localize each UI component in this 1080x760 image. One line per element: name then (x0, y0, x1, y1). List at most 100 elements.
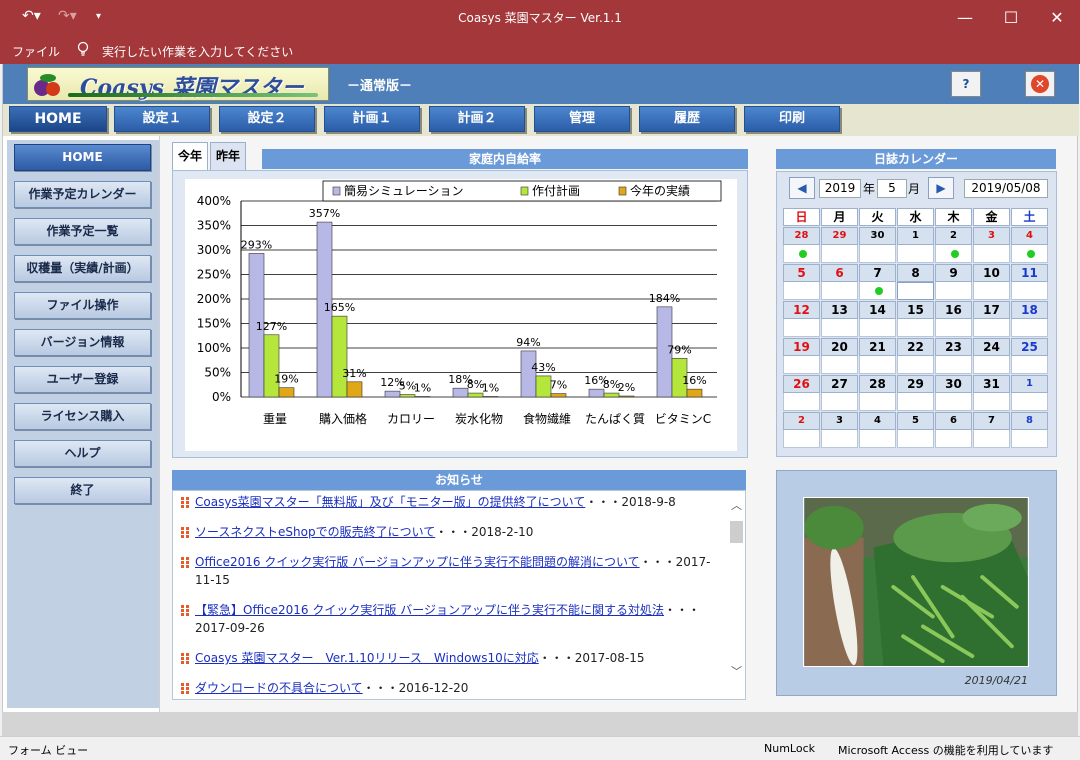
calendar-note-cell[interactable] (973, 393, 1010, 411)
calendar-day[interactable]: 31 (973, 375, 1010, 393)
calendar-note-cell[interactable] (783, 356, 820, 374)
scroll-thumb[interactable] (730, 521, 743, 543)
calendar-day[interactable]: 9 (935, 264, 972, 282)
sidebar-item-work-calendar[interactable]: 作業予定カレンダー (14, 181, 151, 208)
selected-date-field[interactable]: 2019/05/08 (964, 179, 1048, 198)
calendar-note-cell[interactable] (821, 430, 858, 448)
calendar-note-cell[interactable] (859, 356, 896, 374)
calendar-day[interactable]: 26 (783, 375, 820, 393)
window-close-button[interactable]: ✕ (1034, 0, 1080, 34)
calendar-day[interactable]: 27 (821, 375, 858, 393)
news-link[interactable]: Office2016 クイック実行版 バージョンアップに伴う実行不能問題の解消に… (195, 555, 640, 569)
calendar-note-cell[interactable] (1011, 282, 1048, 300)
calendar-note-cell[interactable] (1011, 430, 1048, 448)
file-menu[interactable]: ファイル (12, 43, 60, 60)
calendar-day[interactable]: 11 (1011, 264, 1048, 282)
calendar-day[interactable]: 29 (821, 227, 858, 245)
news-link[interactable]: 【緊急】Office2016 クイック実行版 バージョンアップに伴う実行不能に関… (195, 603, 664, 617)
news-link[interactable]: ダウンロードの不具合について (195, 681, 363, 695)
calendar-day[interactable]: 21 (859, 338, 896, 356)
calendar-note-cell[interactable] (973, 245, 1010, 263)
sidebar-item-license[interactable]: ライセンス購入 (14, 403, 151, 430)
sidebar-item-user-register[interactable]: ユーザー登録 (14, 366, 151, 393)
calendar-day[interactable]: 30 (935, 375, 972, 393)
calendar-day[interactable]: 1 (1011, 375, 1048, 393)
calendar-day[interactable]: 12 (783, 301, 820, 319)
sidebar-item-home[interactable]: HOME (14, 144, 151, 171)
calendar-note-cell[interactable] (973, 356, 1010, 374)
calendar-note-cell[interactable] (821, 245, 858, 263)
sidebar-item-exit[interactable]: 終了 (14, 477, 151, 504)
calendar-note-cell[interactable] (935, 430, 972, 448)
calendar-note-cell[interactable] (935, 393, 972, 411)
calendar-note-cell[interactable] (935, 282, 972, 300)
calendar-day[interactable]: 14 (859, 301, 896, 319)
sidebar-item-harvest[interactable]: 収穫量（実績/計画） (14, 255, 151, 282)
year-field[interactable]: 2019 (819, 179, 861, 198)
calendar-day[interactable]: 10 (973, 264, 1010, 282)
calendar-note-cell[interactable] (897, 430, 934, 448)
calendar-day[interactable]: 7 (973, 412, 1010, 430)
calendar-note-cell[interactable] (1011, 356, 1048, 374)
sidebar-item-work-list[interactable]: 作業予定一覧 (14, 218, 151, 245)
calendar-day[interactable]: 3 (821, 412, 858, 430)
calendar-note-cell[interactable] (1011, 393, 1048, 411)
calendar-note-cell[interactable] (821, 319, 858, 337)
calendar-note-cell[interactable] (973, 282, 1010, 300)
help-pointer-button[interactable]: ? (951, 71, 981, 97)
scroll-up-icon[interactable]: ︿ (731, 497, 742, 513)
calendar-day[interactable]: 2 (935, 227, 972, 245)
tab-manage[interactable]: 管理 (534, 106, 630, 132)
app-close-button[interactable]: ✕ (1025, 71, 1055, 97)
calendar-day[interactable]: 16 (935, 301, 972, 319)
calendar-day[interactable]: 3 (973, 227, 1010, 245)
calendar-day[interactable]: 18 (1011, 301, 1048, 319)
calendar-day[interactable]: 15 (897, 301, 934, 319)
news-link[interactable]: Coasys菜園マスター「無料版」及び「モニター版」の提供終了について (195, 495, 585, 509)
tab-settings-2[interactable]: 設定２ (219, 106, 315, 132)
tab-plan-2[interactable]: 計画２ (429, 106, 525, 132)
calendar-day[interactable]: 4 (1011, 227, 1048, 245)
calendar-note-cell[interactable] (821, 282, 858, 300)
calendar-note-cell[interactable] (783, 319, 820, 337)
calendar-day[interactable]: 29 (897, 375, 934, 393)
calendar-note-cell[interactable] (859, 319, 896, 337)
calendar-day[interactable]: 25 (1011, 338, 1048, 356)
calendar-day[interactable]: 28 (783, 227, 820, 245)
tab-settings-1[interactable]: 設定１ (114, 106, 210, 132)
calendar-note-cell[interactable] (1011, 245, 1048, 263)
calendar-day[interactable]: 7 (859, 264, 896, 282)
month-field[interactable]: 5 (877, 179, 907, 198)
news-link[interactable]: Coasys 菜園マスター Ver.1.10リリース Windows10に対応 (195, 651, 539, 665)
calendar-note-cell[interactable] (821, 356, 858, 374)
calendar-day[interactable]: 8 (1011, 412, 1048, 430)
calendar-day[interactable]: 28 (859, 375, 896, 393)
calendar-day[interactable]: 22 (897, 338, 934, 356)
calendar-day[interactable]: 6 (821, 264, 858, 282)
calendar-day[interactable]: 19 (783, 338, 820, 356)
calendar-day[interactable]: 24 (973, 338, 1010, 356)
calendar-day[interactable]: 1 (897, 227, 934, 245)
calendar-note-cell[interactable] (859, 393, 896, 411)
calendar-note-cell[interactable] (935, 245, 972, 263)
tab-plan-1[interactable]: 計画１ (324, 106, 420, 132)
tab-history[interactable]: 履歴 (639, 106, 735, 132)
calendar-day[interactable]: 5 (897, 412, 934, 430)
calendar-day[interactable]: 23 (935, 338, 972, 356)
calendar-note-cell[interactable] (973, 319, 1010, 337)
tab-this-year[interactable]: 今年 (172, 142, 208, 170)
minimize-button[interactable]: — (942, 0, 988, 34)
tell-me-search[interactable]: 実行したい作業を入力してください (102, 43, 293, 60)
calendar-day[interactable]: 30 (859, 227, 896, 245)
calendar-note-cell[interactable] (783, 393, 820, 411)
calendar-day[interactable]: 17 (973, 301, 1010, 319)
calendar-day[interactable]: 5 (783, 264, 820, 282)
sidebar-item-help[interactable]: ヘルプ (14, 440, 151, 467)
calendar-note-cell[interactable] (783, 430, 820, 448)
news-link[interactable]: ソースネクストeShopでの販売終了について (195, 525, 435, 539)
sidebar-item-version[interactable]: バージョン情報 (14, 329, 151, 356)
calendar-note-cell[interactable] (897, 282, 934, 300)
prev-month-button[interactable]: ◀ (789, 177, 815, 199)
tab-home[interactable]: HOME (9, 106, 107, 132)
calendar-note-cell[interactable] (897, 245, 934, 263)
